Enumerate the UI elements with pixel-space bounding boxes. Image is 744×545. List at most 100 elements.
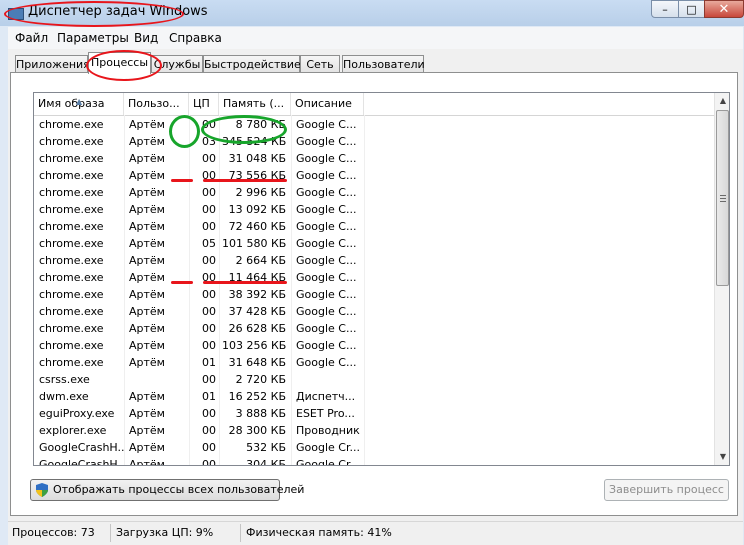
status-memory: Физическая память: 41% [246, 526, 392, 539]
red-underline-annotation [171, 281, 193, 284]
user-cell: Артём [129, 441, 165, 454]
image-name-cell: chrome.exe [39, 339, 104, 352]
table-row[interactable]: chrome.exe Артём 00 37 428 КБ Google C... [34, 303, 714, 320]
memory-cell: 103 256 КБ [222, 339, 286, 352]
column-user[interactable]: Пользо... [124, 93, 189, 115]
maximize-button[interactable]: □ [678, 0, 705, 18]
table-row[interactable]: chrome.exe Артём 00 2 996 КБ Google C... [34, 184, 714, 201]
column-description[interactable]: Описание [291, 93, 364, 115]
table-row[interactable]: GoogleCrashH... Артём 00 304 КБ Google Cr... [34, 456, 714, 466]
menu-file[interactable]: Файл [15, 31, 48, 45]
memory-cell: 16 252 КБ [228, 390, 286, 403]
table-row[interactable]: chrome.exe Артём 00 31 048 КБ Google C... [34, 150, 714, 167]
cpu-cell: 00 [202, 220, 216, 233]
tab-users[interactable]: Пользователи [342, 55, 425, 73]
user-cell: Артём [129, 152, 165, 165]
cpu-cell: 00 [202, 458, 216, 466]
user-cell: Артём [129, 237, 165, 250]
description-cell: Google C... [296, 288, 357, 301]
user-cell: Артём [129, 322, 165, 335]
table-row[interactable]: chrome.exe Артём 00 26 628 КБ Google C... [34, 320, 714, 337]
uac-shield-icon [36, 483, 48, 497]
menu-bar: Файл Параметры Вид Справка [8, 27, 743, 49]
memory-cell: 2 664 КБ [235, 254, 286, 267]
title-bar[interactable]: Диспетчер задач Windows – □ ✕ [0, 0, 744, 27]
memory-cell: 31 648 КБ [228, 356, 286, 369]
table-row[interactable]: chrome.exe Артём 00 2 664 КБ Google C... [34, 252, 714, 269]
table-row[interactable]: GoogleCrashH... Артём 00 532 КБ Google Cr... [34, 439, 714, 456]
description-cell: Google C... [296, 118, 357, 131]
image-name-cell: eguiProxy.exe [39, 407, 115, 420]
memory-cell: 28 300 КБ [228, 424, 286, 437]
close-button[interactable]: ✕ [704, 0, 744, 18]
description-cell: Google C... [296, 356, 357, 369]
red-underline-annotation [203, 281, 287, 284]
memory-cell: 13 092 КБ [228, 203, 286, 216]
menu-help[interactable]: Справка [169, 31, 222, 45]
image-name-cell: chrome.exe [39, 203, 104, 216]
user-cell: Артём [129, 339, 165, 352]
memory-cell: 2 720 КБ [235, 373, 286, 386]
user-cell: Артём [129, 407, 165, 420]
table-row[interactable]: eguiProxy.exe Артём 00 3 888 КБ ESET Pro... [34, 405, 714, 422]
menu-view[interactable]: Вид [134, 31, 158, 45]
description-cell: Google C... [296, 237, 357, 250]
description-cell: ESET Pro... [296, 407, 355, 420]
processes-panel: ▲ Имя образа Пользо... ЦП Память (... Оп… [10, 72, 738, 516]
image-name-cell: GoogleCrashH... [39, 458, 124, 466]
minimize-icon: – [662, 2, 668, 16]
memory-cell: 37 428 КБ [228, 305, 286, 318]
vertical-scrollbar[interactable]: ▲ ▼ [714, 93, 729, 465]
table-row[interactable]: chrome.exe Артём 00 73 556 КБ Google C... [34, 167, 714, 184]
description-cell: Google C... [296, 220, 357, 233]
description-cell: Google C... [296, 322, 357, 335]
table-row[interactable]: chrome.exe Артём 00 13 092 КБ Google C... [34, 201, 714, 218]
menu-options[interactable]: Параметры [57, 31, 129, 45]
scroll-down-icon[interactable]: ▼ [715, 449, 729, 465]
tab-network[interactable]: Сеть [300, 55, 340, 73]
task-manager-window: Диспетчер задач Windows – □ ✕ Файл Парам… [0, 0, 744, 545]
tab-applications[interactable]: Приложения [15, 55, 90, 73]
scrollbar-thumb[interactable] [716, 110, 729, 286]
table-row[interactable]: chrome.exe Артём 05 101 580 КБ Google C... [34, 235, 714, 252]
tab-performance[interactable]: Быстродействие [203, 55, 301, 73]
user-cell: Артём [129, 220, 165, 233]
table-row[interactable]: dwm.exe Артём 01 16 252 КБ Диспетч... [34, 388, 714, 405]
table-row[interactable]: chrome.exe Артём 00 8 780 КБ Google C... [34, 116, 714, 133]
cpu-cell: 01 [202, 356, 216, 369]
memory-cell: 26 628 КБ [228, 322, 286, 335]
green-circle-annotation [201, 115, 287, 144]
image-name-cell: chrome.exe [39, 271, 104, 284]
user-cell: Артём [129, 458, 165, 466]
scroll-up-icon[interactable]: ▲ [715, 93, 729, 109]
description-cell: Google C... [296, 135, 357, 148]
table-row[interactable]: explorer.exe Артём 00 28 300 КБ Проводник [34, 422, 714, 439]
image-name-cell: csrss.exe [39, 373, 90, 386]
table-row[interactable]: chrome.exe Артём 00 103 256 КБ Google C... [34, 337, 714, 354]
column-memory[interactable]: Память (... [219, 93, 291, 115]
cpu-cell: 00 [202, 407, 216, 420]
end-process-button[interactable]: Завершить процесс [604, 479, 729, 501]
show-all-label: Отображать процессы всех пользователей [53, 483, 305, 496]
table-row[interactable]: chrome.exe Артём 00 11 464 КБ Google C... [34, 269, 714, 286]
description-cell: Google C... [296, 152, 357, 165]
memory-cell: 72 460 КБ [228, 220, 286, 233]
minimize-button[interactable]: – [651, 0, 679, 18]
process-list[interactable]: ▲ Имя образа Пользо... ЦП Память (... Оп… [33, 92, 730, 466]
table-row[interactable]: chrome.exe Артём 00 38 392 КБ Google C... [34, 286, 714, 303]
user-cell: Артём [129, 203, 165, 216]
table-row[interactable]: chrome.exe Артём 01 31 648 КБ Google C... [34, 354, 714, 371]
description-cell: Google Cr... [296, 458, 360, 466]
image-name-cell: dwm.exe [39, 390, 89, 403]
description-cell: Google C... [296, 169, 357, 182]
show-all-processes-button[interactable]: Отображать процессы всех пользователей [30, 479, 304, 501]
table-row[interactable]: csrss.exe 00 2 720 КБ [34, 371, 714, 388]
column-image-name[interactable]: ▲ Имя образа [34, 93, 124, 115]
sort-ascending-icon: ▲ [76, 97, 83, 106]
table-row[interactable]: chrome.exe Артём 00 72 460 КБ Google C... [34, 218, 714, 235]
image-name-cell: chrome.exe [39, 186, 104, 199]
list-header: ▲ Имя образа Пользо... ЦП Память (... Оп… [34, 93, 714, 116]
column-cpu[interactable]: ЦП [189, 93, 219, 115]
table-row[interactable]: chrome.exe Артём 03 345 524 КБ Google C... [34, 133, 714, 150]
cpu-cell: 00 [202, 186, 216, 199]
